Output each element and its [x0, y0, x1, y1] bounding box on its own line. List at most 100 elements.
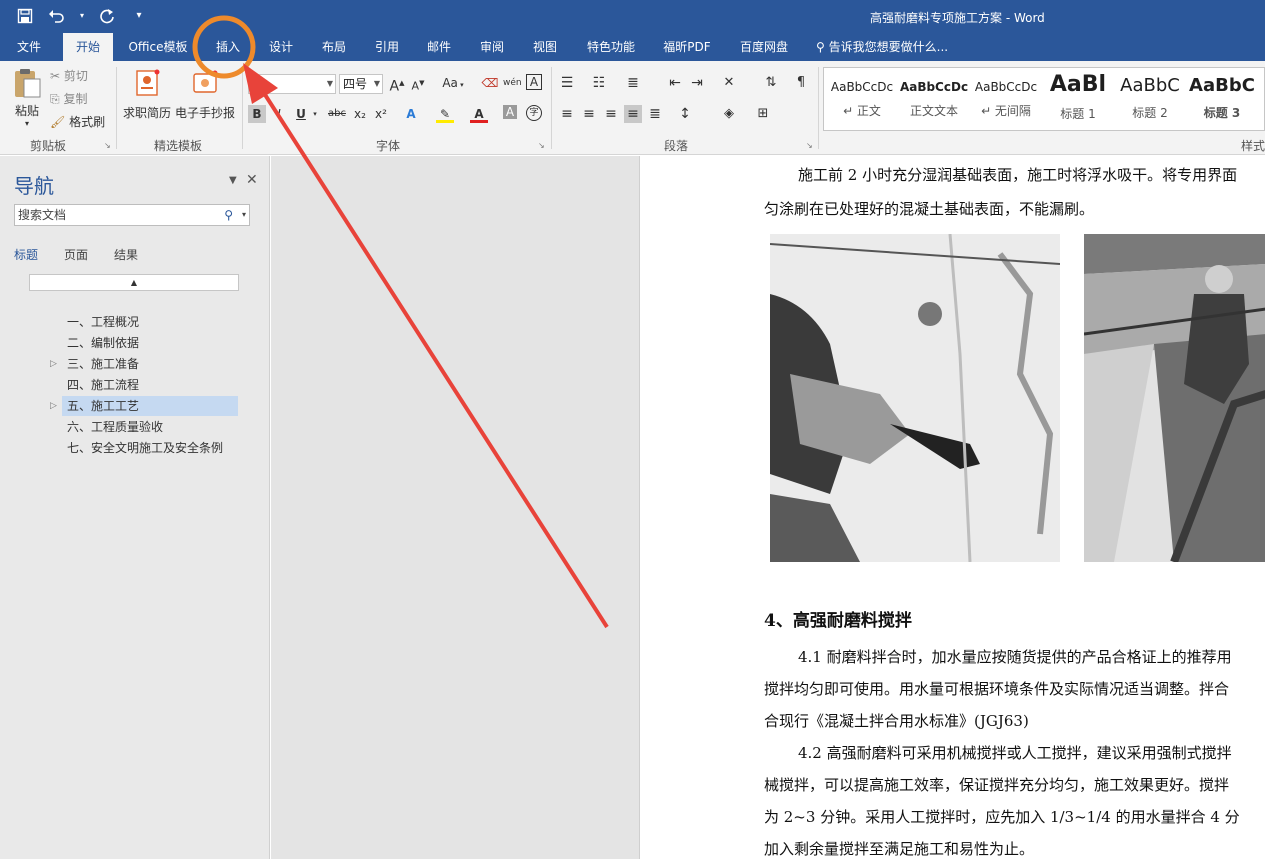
copy-button[interactable]: ⎘ 复制	[50, 90, 87, 107]
nav-heading[interactable]: 二、编制依据	[62, 333, 238, 353]
section-heading: 4、高强耐磨料搅拌	[764, 611, 912, 631]
collapse-headings-bar[interactable]: ▲	[29, 274, 239, 291]
tab-home[interactable]: 开始	[63, 33, 113, 61]
resume-template-button[interactable]: 求职简历	[122, 69, 172, 121]
distributed-icon[interactable]: ≣	[646, 105, 664, 123]
nav-heading-selected[interactable]: 五、施工工艺	[62, 396, 238, 416]
borders-icon[interactable]: ⊞	[754, 105, 772, 123]
chevron-down-icon: ▼	[326, 79, 333, 88]
tab-design[interactable]: 设计	[260, 33, 302, 61]
tab-file[interactable]: 文件	[6, 33, 52, 61]
paragraph-line: 4.1 耐磨料拌合时，加水量应按随货提供的产品合格证上的推荐用	[798, 648, 1232, 666]
tab-layout[interactable]: 布局	[313, 33, 355, 61]
align-right-icon[interactable]: ≡	[602, 105, 620, 123]
justify-icon[interactable]: ≡	[624, 105, 642, 123]
document-area: 施工前 2 小时充分湿润基础表面，施工时将浮水吸干。将专用界面 匀涂刷在已处理好…	[271, 156, 1265, 859]
highlight-color-icon[interactable]: ✎	[436, 105, 454, 123]
strikethrough-button[interactable]: abc	[325, 105, 349, 123]
paragraph-line: 施工前 2 小时充分湿润基础表面，施工时将浮水吸干。将专用界面	[798, 166, 1238, 184]
style-heading-1[interactable]: AaBl 标题 1	[1042, 68, 1114, 130]
style-heading-3[interactable]: AaBbC 标题 3	[1186, 68, 1258, 130]
line-spacing-icon[interactable]: ↕	[676, 105, 694, 123]
chinese-layout-icon[interactable]: ✕	[720, 74, 738, 92]
shrink-font-button[interactable]: A▼	[409, 74, 427, 93]
change-case-button[interactable]: Aa ▾	[440, 74, 466, 92]
clear-formatting-icon[interactable]: ⌫	[481, 74, 499, 92]
ribbon-home: 粘贴 ▾ ✂ 剪切 ⎘ 复制 🖌 格式刷 剪贴板 ↘ 求职简历 电子手抄报 精选…	[0, 61, 1265, 155]
italic-button[interactable]: I	[270, 105, 288, 123]
enclose-characters-button[interactable]: 字	[526, 105, 542, 121]
tab-mailings[interactable]: 邮件	[418, 33, 460, 61]
align-center-icon[interactable]: ≡	[580, 105, 598, 123]
nav-heading[interactable]: 三、施工准备	[62, 354, 238, 374]
redo-icon[interactable]	[96, 5, 118, 27]
chevron-down-icon[interactable]: ▾	[242, 205, 246, 225]
shading-icon[interactable]: ◈	[720, 105, 738, 123]
font-color-button[interactable]: A	[470, 105, 488, 123]
close-icon[interactable]: ✕	[246, 172, 258, 188]
tab-foxit-pdf[interactable]: 福昕PDF	[655, 33, 719, 61]
superscript-button[interactable]: x²	[372, 105, 390, 123]
tell-me-box[interactable]: ⚲ 告诉我您想要做什么...	[816, 33, 948, 61]
font-name-combo[interactable]: 体 ▼	[248, 74, 336, 94]
undo-icon[interactable]	[46, 5, 68, 27]
styles-gallery: AaBbCcDc ↵ 正文 AaBbCcDc 正文文本 AaBbCcDc ↵ 无…	[823, 67, 1265, 131]
nav-tab-pages[interactable]: 页面	[64, 246, 88, 263]
nav-heading[interactable]: 七、安全文明施工及安全条例	[62, 438, 238, 458]
bullets-icon[interactable]: ☰	[558, 74, 576, 92]
quick-access-toolbar: ▾ ▾	[14, 5, 150, 27]
document-page[interactable]: 施工前 2 小时充分湿润基础表面，施工时将浮水吸干。将专用界面 匀涂刷在已处理好…	[639, 156, 1265, 859]
tab-review[interactable]: 审阅	[471, 33, 513, 61]
expand-triangle-icon[interactable]: ▷	[50, 396, 57, 416]
style-body-text[interactable]: AaBbCcDc 正文文本	[898, 68, 970, 130]
expand-triangle-icon[interactable]: ▷	[50, 354, 57, 374]
dialog-launcher-icon[interactable]: ↘	[538, 141, 545, 150]
tab-view[interactable]: 视图	[524, 33, 566, 61]
dialog-launcher-icon[interactable]: ↘	[104, 141, 111, 150]
align-left-icon[interactable]: ≡	[558, 105, 576, 123]
multilevel-list-icon[interactable]: ≣	[624, 74, 642, 92]
tab-references[interactable]: 引用	[366, 33, 408, 61]
style-no-spacing[interactable]: AaBbCcDc ↵ 无间隔	[970, 68, 1042, 130]
chevron-down-icon[interactable]: ▾	[311, 105, 319, 123]
tab-special-features[interactable]: 特色功能	[580, 33, 642, 61]
character-border-button[interactable]: A	[526, 74, 542, 90]
dialog-launcher-icon[interactable]: ↘	[806, 141, 813, 150]
nav-tab-results[interactable]: 结果	[114, 246, 138, 263]
sort-icon[interactable]: ⇅	[762, 74, 780, 92]
style-name: 标题 3	[1203, 106, 1241, 120]
numbering-icon[interactable]: ☷	[590, 74, 608, 92]
tab-office-templates[interactable]: Office模板	[122, 33, 194, 61]
style-heading-2[interactable]: AaBbC 标题 2	[1114, 68, 1186, 130]
underline-button[interactable]: U	[292, 105, 310, 123]
search-icon[interactable]: ⚲	[224, 205, 233, 225]
paste-button[interactable]: 粘贴 ▾	[10, 67, 44, 129]
handwritten-newspaper-button[interactable]: 电子手抄报	[173, 69, 237, 121]
subscript-button[interactable]: x₂	[351, 105, 369, 123]
format-painter-label: 格式刷	[69, 115, 106, 129]
character-shading-button[interactable]: A	[503, 105, 517, 119]
show-marks-icon[interactable]: ¶	[792, 74, 810, 92]
nav-heading[interactable]: 四、施工流程	[62, 375, 238, 395]
save-icon[interactable]	[14, 5, 36, 27]
tab-baidu-netdisk[interactable]: 百度网盘	[732, 33, 796, 61]
search-input[interactable]: 搜索文档 ⚲ ▾	[14, 204, 250, 226]
bold-button[interactable]: B	[248, 105, 266, 123]
tab-insert[interactable]: 插入	[207, 33, 249, 61]
cut-button[interactable]: ✂ 剪切	[50, 67, 88, 84]
chevron-down-icon[interactable]: ▼	[229, 175, 237, 186]
font-size-combo[interactable]: 四号 ▼	[339, 74, 383, 94]
phonetic-guide-button[interactable]: wén	[503, 74, 522, 92]
style-normal[interactable]: AaBbCcDc ↵ 正文	[826, 68, 898, 130]
format-painter-button[interactable]: 🖌 格式刷	[50, 113, 105, 130]
nav-heading[interactable]: 六、工程质量验收	[62, 417, 238, 437]
nav-tab-headings[interactable]: 标题	[14, 246, 38, 263]
chevron-down-icon[interactable]: ▾	[78, 5, 86, 27]
grow-font-button[interactable]: A▲	[388, 74, 406, 95]
decrease-indent-icon[interactable]: ⇤	[666, 74, 684, 92]
customize-qat-icon[interactable]: ▾	[128, 5, 150, 27]
increase-indent-icon[interactable]: ⇥	[688, 74, 706, 92]
text-effects-button[interactable]: A	[402, 105, 420, 123]
newspaper-icon	[193, 70, 218, 93]
nav-heading[interactable]: 一、工程概况	[62, 312, 238, 332]
